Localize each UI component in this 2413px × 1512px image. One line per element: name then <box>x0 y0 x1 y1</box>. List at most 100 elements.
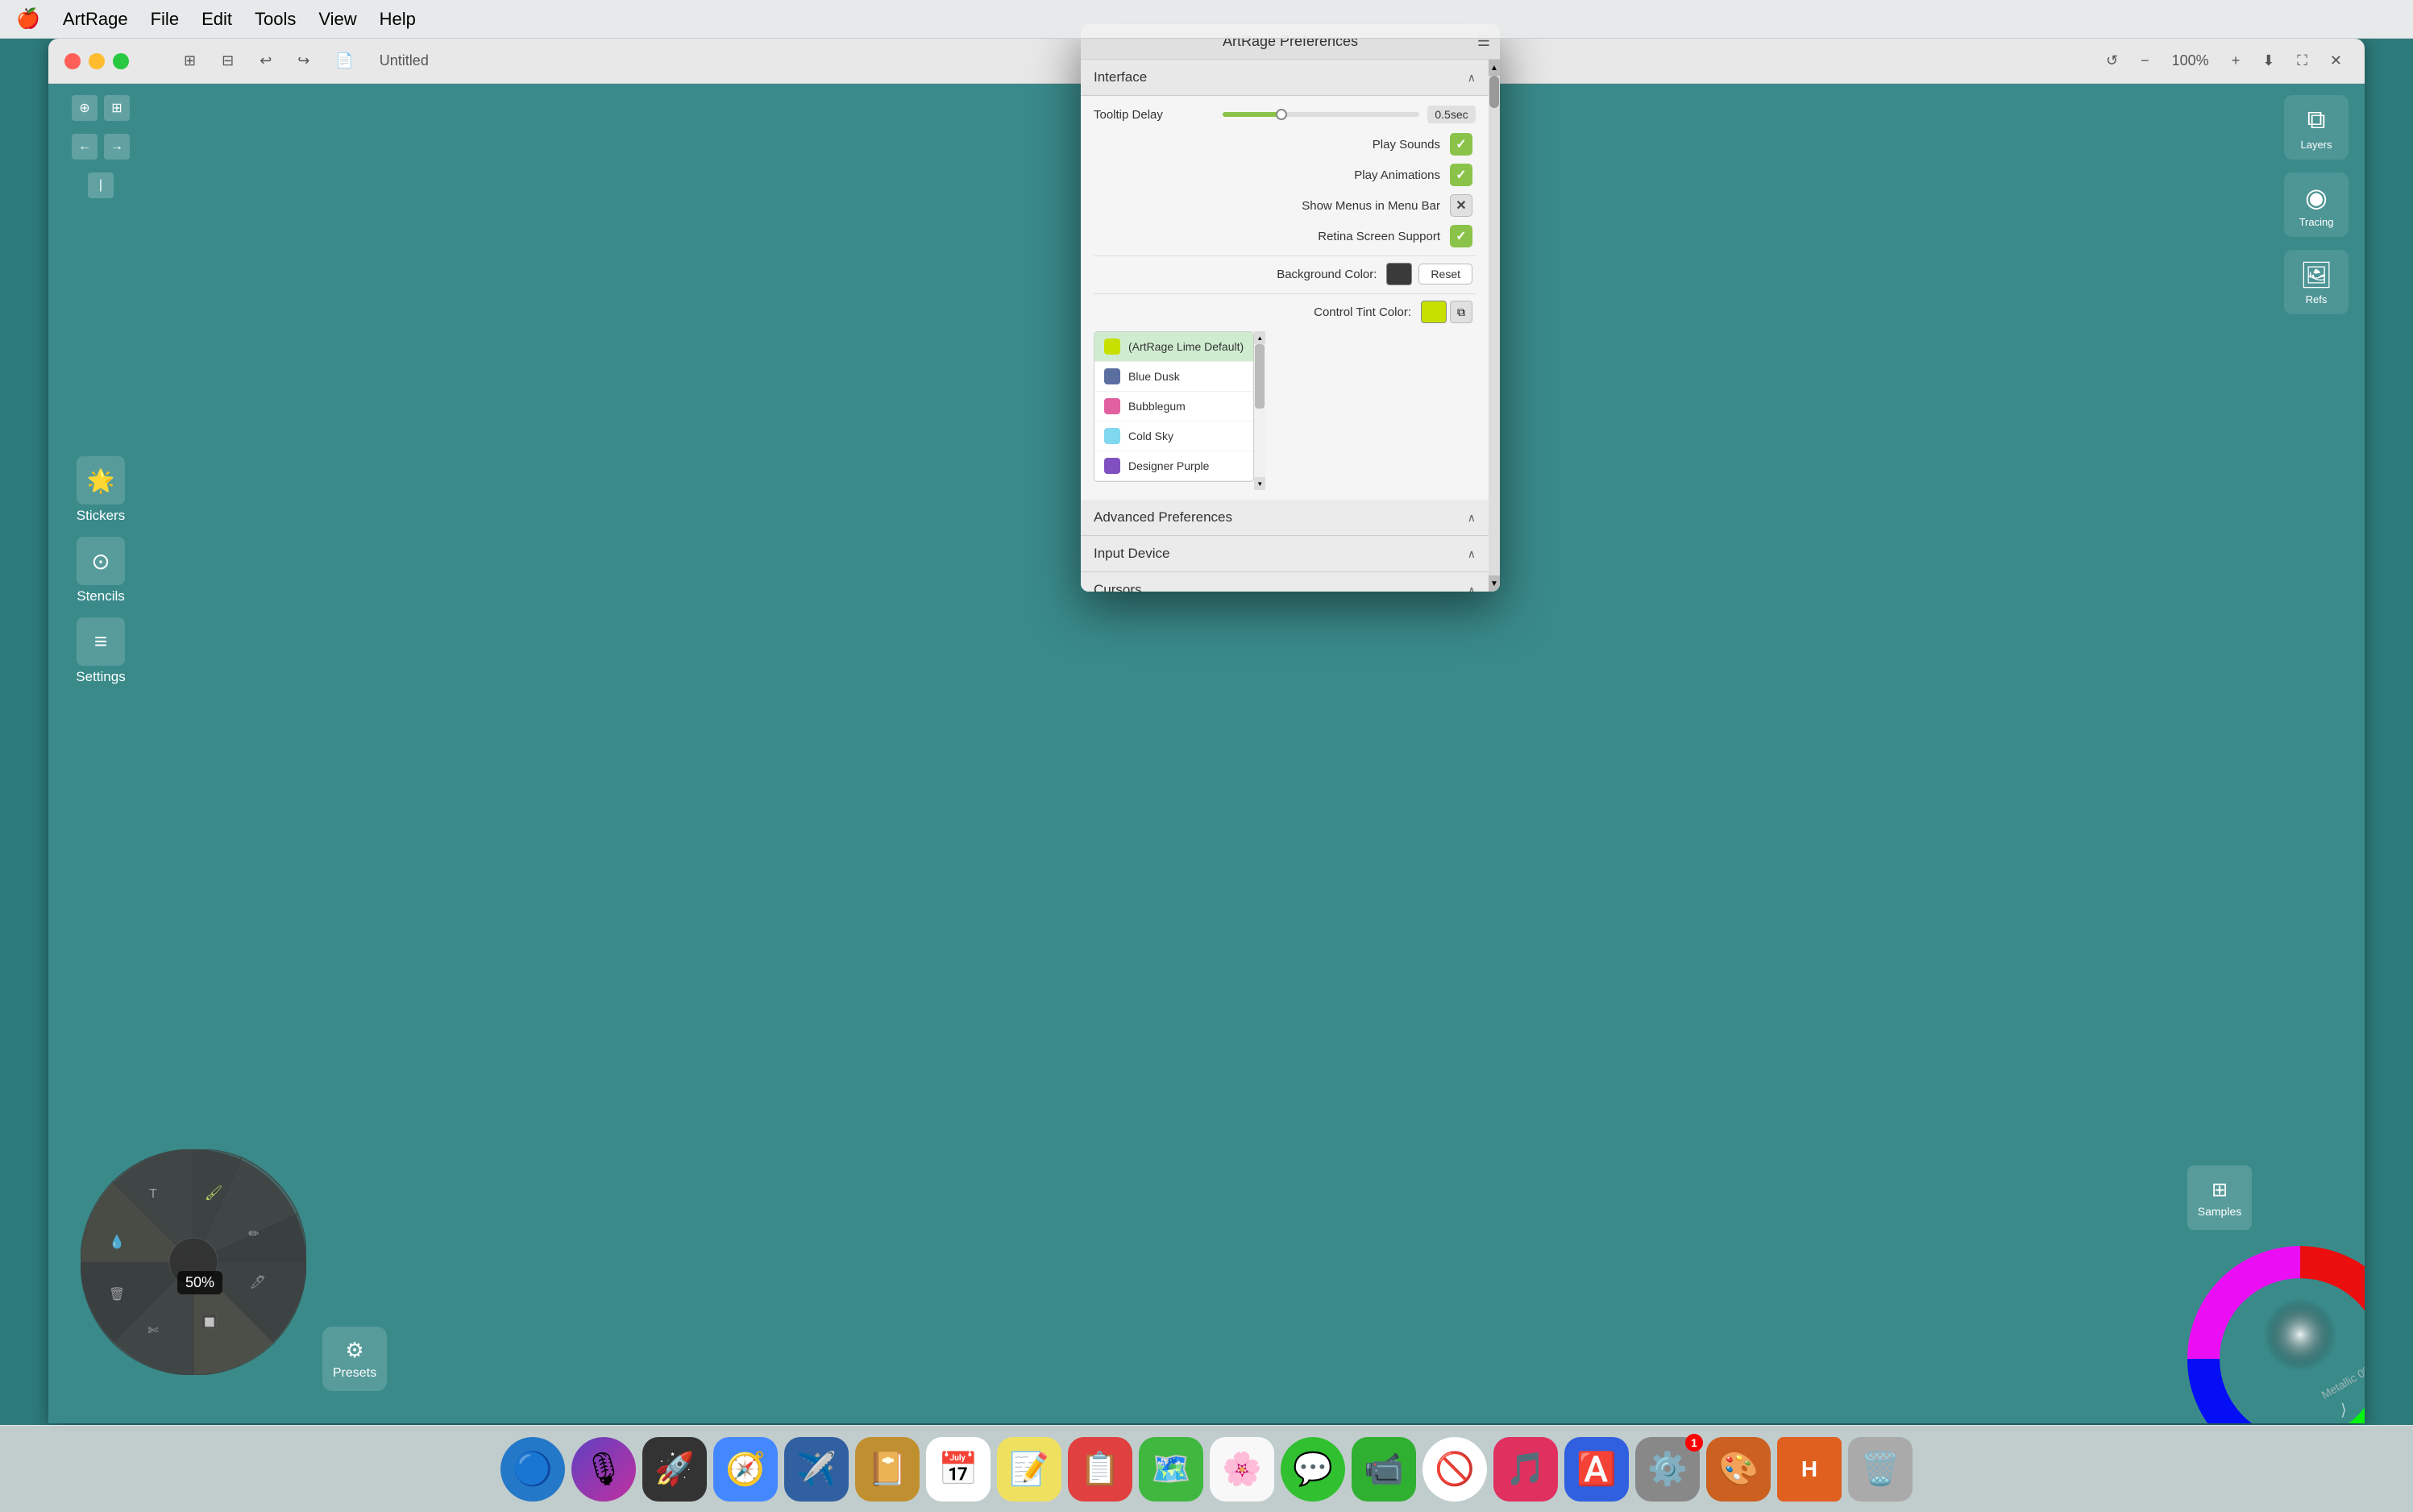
nav-arrow-left[interactable]: ← <box>72 134 98 160</box>
svg-text:✏: ✏ <box>248 1227 260 1241</box>
tooltip-delay-slider[interactable] <box>1223 106 1419 123</box>
close-button[interactable] <box>64 53 81 69</box>
dock-trash[interactable]: 🗑️ <box>1848 1437 1913 1502</box>
color-item-3[interactable]: Cold Sky <box>1094 422 1253 451</box>
maximize-button[interactable] <box>113 53 129 69</box>
dock-notefile[interactable]: 📔 <box>855 1437 920 1502</box>
menu-tools[interactable]: Tools <box>255 9 296 30</box>
dock-artrage[interactable]: 🎨 <box>1706 1437 1771 1502</box>
reset-button[interactable]: Reset <box>1418 264 1472 285</box>
doc-name: Untitled <box>373 49 435 73</box>
nav-icon-1[interactable]: ⊞ <box>177 49 202 73</box>
tracing-panel[interactable]: ◉ Tracing <box>2284 172 2349 237</box>
zoom-plus[interactable]: + <box>2225 49 2247 73</box>
prefs-scroll-up[interactable]: ▲ <box>1489 60 1500 76</box>
dock-finder[interactable]: 🔵 <box>500 1437 565 1502</box>
dock-notes[interactable]: 📝 <box>997 1437 1061 1502</box>
play-animations-checkbox[interactable]: ✓ <box>1450 164 1472 186</box>
dock-launchpad[interactable]: 🚀 <box>642 1437 707 1502</box>
dock-safari[interactable]: 🧭 <box>713 1437 778 1502</box>
color-item-0[interactable]: (ArtRage Lime Default) <box>1094 332 1253 362</box>
tint-color-swatch[interactable] <box>1421 301 1447 323</box>
play-sounds-label: Play Sounds <box>1373 138 1440 152</box>
stickers-label: Stickers <box>77 508 125 524</box>
undo-button[interactable]: ↩ <box>253 49 278 73</box>
dock-calendar[interactable]: 📅 <box>926 1437 991 1502</box>
color-dot-0 <box>1104 339 1120 355</box>
rotate-icon[interactable]: ↺ <box>2099 49 2124 73</box>
menu-artrage[interactable]: ArtRage <box>63 9 128 30</box>
apple-menu[interactable]: 🍎 <box>16 7 40 31</box>
menu-edit[interactable]: Edit <box>201 9 232 30</box>
bg-color-swatch[interactable] <box>1386 263 1412 285</box>
zoom-minus[interactable]: − <box>2134 49 2156 73</box>
presets-button[interactable]: ⚙ Presets <box>322 1327 387 1391</box>
color-dot-1 <box>1104 368 1120 384</box>
color-item-2[interactable]: Bubblegum <box>1094 392 1253 422</box>
dock-photos[interactable]: 🌸 <box>1210 1437 1274 1502</box>
close-icon[interactable]: ✕ <box>2324 49 2349 73</box>
dock-send[interactable]: ✈️ <box>784 1437 849 1502</box>
dock-news[interactable]: 🚫 <box>1422 1437 1487 1502</box>
nav-arrow-right[interactable]: → <box>104 134 130 160</box>
prefs-scroll-thumb[interactable] <box>1489 76 1499 108</box>
input-section-header[interactable]: Input Device ∧ <box>1081 536 1489 572</box>
menu-view[interactable]: View <box>318 9 356 30</box>
prefs-dialog: ArtRage Preferences ☰ Interface ∧ Toolti… <box>1081 24 1500 592</box>
nav-crosshair[interactable]: ⊕ <box>72 95 98 121</box>
maps-icon: 🗺️ <box>1151 1450 1191 1488</box>
redo-button[interactable]: ↪ <box>291 49 316 73</box>
menu-file[interactable]: File <box>151 9 179 30</box>
menu-help[interactable]: Help <box>380 9 416 30</box>
stencils-label: Stencils <box>77 588 125 604</box>
nav-vertical[interactable]: | <box>88 172 114 198</box>
dock-music[interactable]: 🎵 <box>1493 1437 1558 1502</box>
color-list-scrollbar[interactable]: ▲ ▼ <box>1254 331 1265 490</box>
layers-panel[interactable]: ⧉ Layers <box>2284 95 2349 160</box>
systemprefs-badge: 1 <box>1685 1434 1703 1452</box>
input-chevron: ∧ <box>1468 547 1476 561</box>
messages-icon: 💬 <box>1293 1450 1333 1488</box>
interface-section-header[interactable]: Interface ∧ <box>1081 60 1489 96</box>
copy-button[interactable]: ⧉ <box>1450 301 1472 323</box>
notefile-icon: 📔 <box>867 1450 907 1488</box>
color-list-thumb[interactable] <box>1255 344 1265 409</box>
dock-messages[interactable]: 💬 <box>1281 1437 1345 1502</box>
cursors-section-header[interactable]: Cursors ∧ <box>1081 572 1489 592</box>
tint-color-row: Control Tint Color: ⧉ <box>1094 301 1476 323</box>
slider-thumb[interactable] <box>1276 109 1287 120</box>
dock-reminders[interactable]: 📋 <box>1068 1437 1132 1502</box>
nav-icon-2[interactable]: ⊟ <box>215 49 240 73</box>
color-list-scroll-down[interactable]: ▼ <box>1254 477 1265 490</box>
color-list-scroll-up[interactable]: ▲ <box>1254 331 1265 344</box>
dock-html[interactable]: H <box>1777 1437 1842 1502</box>
finder-icon: 🔵 <box>513 1450 553 1488</box>
dock-systemprefs[interactable]: ⚙️ 1 <box>1635 1437 1700 1502</box>
prefs-scroll-down[interactable]: ▼ <box>1489 575 1500 592</box>
play-animations-row: Play Animations ✓ <box>1094 164 1476 186</box>
minimize-button[interactable] <box>89 53 105 69</box>
calendar-icon: 📅 <box>938 1450 978 1488</box>
prefs-scrollbar[interactable]: ▲ ▼ <box>1489 60 1500 592</box>
dock-siri[interactable]: 🎙 <box>571 1437 636 1502</box>
sidebar-stencils[interactable]: ⊙ Stencils <box>69 530 131 611</box>
show-menus-checkbox[interactable]: ✕ <box>1450 194 1472 217</box>
doc-icon: 📄 <box>329 49 359 73</box>
sidebar-stickers[interactable]: 🌟 Stickers <box>69 450 131 530</box>
advanced-section-header[interactable]: Advanced Preferences ∧ <box>1081 500 1489 536</box>
color-item-1[interactable]: Blue Dusk <box>1094 362 1253 392</box>
photos-icon: 🌸 <box>1222 1450 1262 1488</box>
reminders-icon: 📋 <box>1080 1450 1120 1488</box>
play-sounds-checkbox[interactable]: ✓ <box>1450 133 1472 156</box>
retina-checkbox[interactable]: ✓ <box>1450 225 1472 247</box>
dock-maps[interactable]: 🗺️ <box>1139 1437 1203 1502</box>
expand-icon[interactable]: ⛶ <box>2290 49 2314 73</box>
sidebar-settings[interactable]: ≡ Settings <box>69 611 131 692</box>
dock-facetime[interactable]: 📹 <box>1352 1437 1416 1502</box>
refs-panel[interactable]: 🖼 Refs <box>2284 250 2349 314</box>
download-icon[interactable]: ⬇ <box>2256 49 2281 73</box>
color-item-4[interactable]: Designer Purple <box>1094 451 1253 481</box>
dock-appstore[interactable]: 🅰️ <box>1564 1437 1629 1502</box>
color-list[interactable]: (ArtRage Lime Default) Blue Dusk Bubbleg… <box>1094 331 1254 482</box>
nav-grid[interactable]: ⊞ <box>104 95 130 121</box>
